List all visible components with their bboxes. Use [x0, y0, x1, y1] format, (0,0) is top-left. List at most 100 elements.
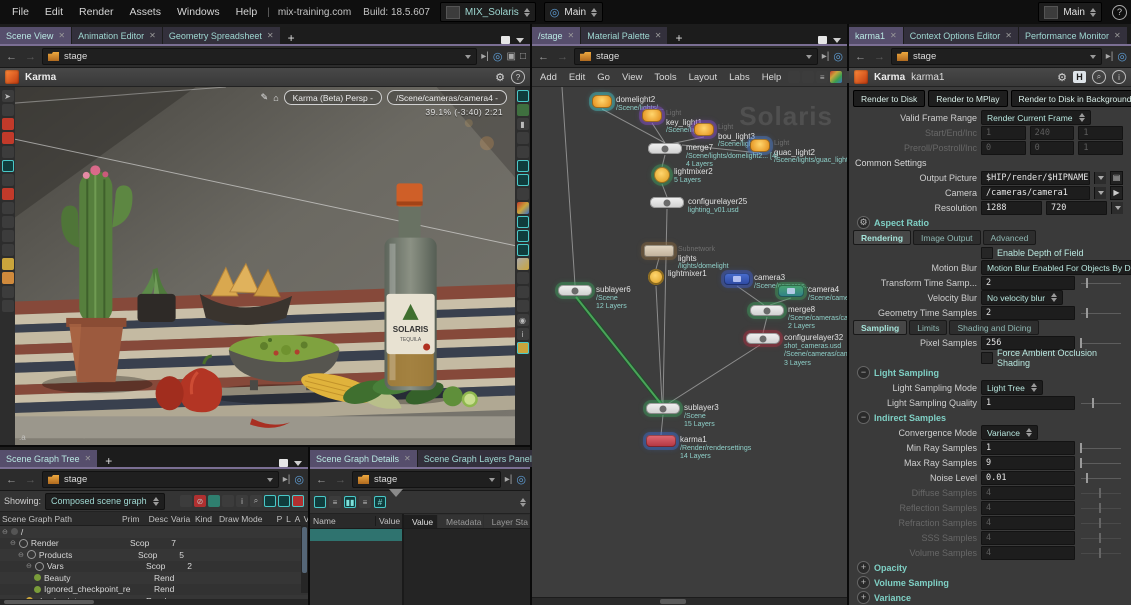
field-start-end-inc-2[interactable]: 1 — [1078, 126, 1123, 140]
visibility-eye-icon[interactable]: ◉ — [517, 314, 529, 326]
field-light-sampling-quality[interactable]: 1 — [981, 396, 1075, 410]
tab-performance-monitor[interactable]: Performance Monitor✕ — [1019, 27, 1127, 44]
slider-geometry-time-samples[interactable] — [1079, 307, 1123, 319]
params-forward-arrow-icon[interactable]: → — [872, 51, 887, 63]
menu-file[interactable]: File — [4, 6, 37, 18]
field-reflection-samples[interactable]: 4 — [981, 501, 1075, 515]
node-shape-flat[interactable] — [648, 143, 682, 154]
field-transform-time-samp-[interactable]: 2 — [981, 276, 1075, 290]
slider-refraction-samples[interactable] — [1079, 517, 1123, 529]
column-header-v[interactable]: V — [302, 514, 308, 524]
node-shape-light[interactable] — [592, 95, 612, 108]
shelf-combo[interactable]: ◎ Main — [544, 2, 603, 22]
rows-icon[interactable]: ≡ — [359, 496, 371, 508]
node-shape-light[interactable] — [642, 109, 662, 122]
node-configurelayer32[interactable]: configurelayer32shot_cameras.usd/Scene/c… — [746, 333, 847, 368]
net-menu-edit[interactable]: Edit — [563, 72, 591, 83]
tab-geometry-spreadsheet[interactable]: Geometry Spreadsheet✕ — [163, 27, 280, 44]
tab-context-options-editor[interactable]: Context Options Editor✕ — [904, 27, 1018, 44]
slider-noise-level[interactable] — [1079, 472, 1123, 484]
file-chooser-icon[interactable]: ▤ — [1110, 171, 1123, 185]
mask-icon[interactable] — [208, 495, 220, 507]
slider-handle[interactable] — [1086, 473, 1088, 483]
value-stepper[interactable] — [1031, 383, 1037, 392]
params-path-caret[interactable] — [1090, 55, 1096, 59]
tab-scene-graph-tree[interactable]: Scene Graph Tree✕ — [0, 450, 97, 467]
display-lights-icon[interactable] — [517, 160, 529, 172]
section-expand-icon[interactable]: ⚙ — [857, 216, 870, 229]
slider-diffuse-samples[interactable] — [1079, 487, 1123, 499]
slider-volume-samples[interactable] — [1079, 547, 1123, 559]
sgt-horizontal-scrollbar[interactable] — [0, 599, 308, 605]
display-options-icon[interactable] — [517, 90, 529, 102]
net-menu-add[interactable]: Add — [534, 72, 563, 83]
node-lightmixer1[interactable]: lightmixer1 — [648, 269, 707, 285]
node-shape-cam-green[interactable] — [778, 285, 804, 297]
secure-selection-icon[interactable] — [2, 104, 14, 116]
backface-display-icon[interactable] — [517, 230, 529, 242]
back-arrow-icon[interactable]: ← — [4, 51, 19, 63]
node-shape-karma[interactable] — [646, 435, 676, 447]
folder-tab-limits[interactable]: Limits — [909, 320, 947, 335]
handles-tool-icon[interactable] — [2, 174, 14, 186]
node-shape-cam[interactable] — [724, 273, 750, 285]
wrench-icon[interactable] — [788, 71, 800, 83]
node-sublayer3[interactable]: sublayer3/Scene15 Layers — [646, 403, 719, 430]
slider-reflection-samples[interactable] — [1079, 502, 1123, 514]
frame-icon[interactable]: □ — [520, 51, 526, 62]
pane-menu-caret[interactable] — [294, 461, 302, 466]
dropdown-light-sampling-mode[interactable]: Light Tree — [981, 380, 1043, 395]
details-tab-metadata[interactable]: Metadata — [438, 515, 483, 528]
new-tab-button[interactable]: + — [98, 455, 119, 467]
tab-close-icon[interactable]: ✕ — [1005, 31, 1012, 40]
column-header-kind[interactable]: Kind — [195, 514, 219, 524]
tab-scene-graph-layers-panel[interactable]: Scene Graph Layers Panel✕ — [418, 450, 550, 467]
details-name-value-list[interactable]: Name Value — [310, 514, 404, 605]
menu-edit[interactable]: Edit — [37, 6, 71, 18]
tree-row[interactable]: ⊖ProductsScop5 — [0, 549, 308, 561]
sgd-back-arrow-icon[interactable]: ← — [314, 474, 329, 486]
node-karma1[interactable]: karma1/Render/rendersettings14 Layers — [646, 435, 751, 462]
path-dropdown-caret[interactable] — [465, 55, 471, 59]
follow-icon[interactable]: ◎ — [493, 50, 503, 63]
folder-tab-rendering[interactable]: Rendering — [853, 230, 911, 245]
slider-handle[interactable] — [1086, 278, 1088, 288]
slider-handle[interactable] — [1099, 503, 1101, 513]
column-header-draw-mode[interactable]: Draw Mode — [219, 514, 275, 524]
field-menu-caret[interactable] — [1094, 187, 1106, 199]
menu-help[interactable]: Help — [228, 6, 266, 18]
display-cameras-icon[interactable] — [517, 174, 529, 186]
help-icon[interactable]: ? — [1112, 5, 1127, 20]
tab-scene-graph-details[interactable]: Scene Graph Details✕ — [310, 450, 417, 467]
tab-close-icon[interactable]: ✕ — [58, 31, 65, 40]
params-path-field[interactable]: stage — [891, 48, 1102, 65]
field-resolution-0[interactable]: 1288 — [981, 201, 1042, 215]
section-expand-icon[interactable]: + — [857, 561, 870, 574]
dicing-quality-icon[interactable] — [517, 216, 529, 228]
tab-scene-view[interactable]: Scene View✕ — [0, 27, 71, 44]
node-shape-flat[interactable] — [750, 305, 784, 316]
net-menu-help[interactable]: Help — [756, 72, 788, 83]
folder-tab-advanced[interactable]: Advanced — [983, 230, 1037, 245]
menu-windows[interactable]: Windows — [169, 6, 228, 18]
node-lights[interactable]: Subnetworklights/lights/domelight — [644, 245, 729, 272]
net-back-arrow-icon[interactable]: ← — [536, 51, 551, 63]
shelf-tool-icon[interactable] — [2, 272, 14, 284]
slider-handle[interactable] — [1099, 488, 1101, 498]
slider-handle[interactable] — [1086, 308, 1088, 318]
net-menu-labs[interactable]: Labs — [723, 72, 756, 83]
column-header-desc[interactable]: Desc — [148, 514, 171, 524]
grid-snap-icon[interactable] — [517, 342, 529, 354]
sliders-icon[interactable] — [222, 495, 234, 507]
params-pin-icon[interactable]: ▸| — [1106, 51, 1114, 62]
node-shape-flat[interactable] — [650, 197, 684, 208]
net-menu-go[interactable]: Go — [591, 72, 616, 83]
sgt-forward-arrow-icon[interactable]: → — [23, 474, 38, 486]
pane-maximize-icon[interactable] — [279, 459, 288, 467]
node-configurelayer25[interactable]: configurelayer25lighting_v01.usd — [650, 197, 747, 215]
grab-tool-icon[interactable] — [2, 286, 14, 298]
shelf-combo-stepper[interactable] — [591, 8, 597, 17]
button-render-to-disk-in-background[interactable]: Render to Disk in Background — [1011, 90, 1131, 107]
tree-toggle-icon[interactable] — [314, 496, 326, 508]
sgt-vertical-scrollbar[interactable] — [301, 525, 308, 593]
